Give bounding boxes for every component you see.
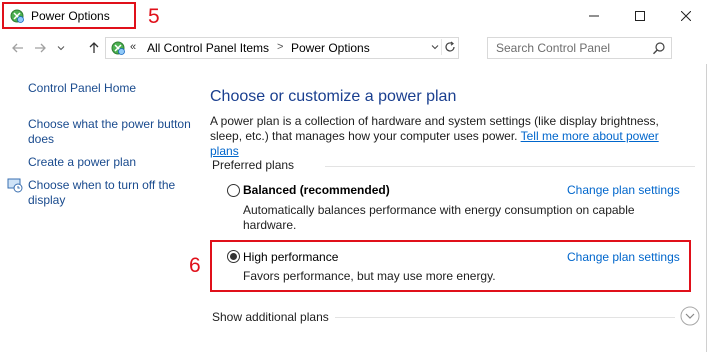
preferred-plans-divider: [325, 166, 695, 167]
breadcrumb-separator[interactable]: >: [277, 41, 283, 53]
high-performance-change-settings-link[interactable]: Change plan settings: [567, 250, 680, 264]
display-timer-icon: [7, 178, 23, 193]
maximize-icon: [635, 10, 645, 21]
back-button[interactable]: [10, 40, 26, 56]
maximize-button[interactable]: [617, 0, 663, 31]
search-placeholder: Search Control Panel: [496, 41, 611, 55]
page-title: Choose or customize a power plan: [210, 88, 457, 105]
forward-arrow-icon: [35, 43, 46, 53]
recent-locations-button[interactable]: [53, 40, 69, 56]
refresh-button[interactable]: [441, 39, 457, 55]
close-button[interactable]: [663, 0, 709, 31]
annotation-number-6: 6: [189, 254, 201, 277]
control-panel-icon: [111, 41, 125, 55]
show-additional-plans-label[interactable]: Show additional plans: [212, 310, 329, 324]
balanced-plan-description: Automatically balances performance with …: [243, 203, 635, 232]
expand-chevron-icon[interactable]: [680, 306, 700, 326]
high-performance-plan-radio[interactable]: [227, 250, 240, 263]
create-power-plan-link[interactable]: Create a power plan: [28, 155, 136, 170]
balanced-plan-radio[interactable]: [227, 184, 240, 197]
title-bar: Power Options 5: [0, 0, 709, 32]
control-panel-home-link[interactable]: Control Panel Home: [28, 81, 136, 96]
high-performance-plan-description: Favors performance, but may use more ene…: [243, 269, 496, 283]
window-edge: [706, 64, 707, 352]
power-button-settings-link[interactable]: Choose what the power button does: [28, 117, 198, 147]
search-icon[interactable]: [652, 41, 666, 55]
balanced-change-settings-link[interactable]: Change plan settings: [567, 183, 680, 197]
high-performance-highlight-box: [210, 240, 691, 292]
breadcrumb-overflow[interactable]: «: [130, 41, 136, 53]
breadcrumb-power-options[interactable]: Power Options: [291, 41, 370, 55]
back-arrow-icon: [12, 43, 23, 53]
close-icon: [681, 10, 691, 21]
title-highlight-box: [2, 2, 136, 29]
page-description: A power plan is a collection of hardware…: [210, 114, 690, 159]
breadcrumb-all-control-panel-items[interactable]: All Control Panel Items: [147, 41, 269, 55]
preferred-plans-label: Preferred plans: [212, 158, 295, 172]
refresh-icon: [444, 41, 455, 52]
address-dropdown-button[interactable]: [428, 39, 442, 55]
turn-off-display-link[interactable]: Choose when to turn off the display: [28, 178, 198, 208]
forward-button[interactable]: [32, 40, 48, 56]
up-button[interactable]: [86, 40, 102, 56]
minimize-button[interactable]: [571, 0, 617, 31]
annotation-number-5: 5: [148, 5, 160, 28]
balanced-plan-name[interactable]: Balanced (recommended): [243, 183, 390, 197]
additional-plans-divider: [335, 317, 675, 318]
chevron-down-icon: [431, 45, 439, 50]
high-performance-plan-name[interactable]: High performance: [243, 250, 338, 264]
up-arrow-icon: [89, 42, 99, 53]
chevron-down-icon: [57, 46, 65, 51]
minimize-icon: [589, 15, 599, 16]
